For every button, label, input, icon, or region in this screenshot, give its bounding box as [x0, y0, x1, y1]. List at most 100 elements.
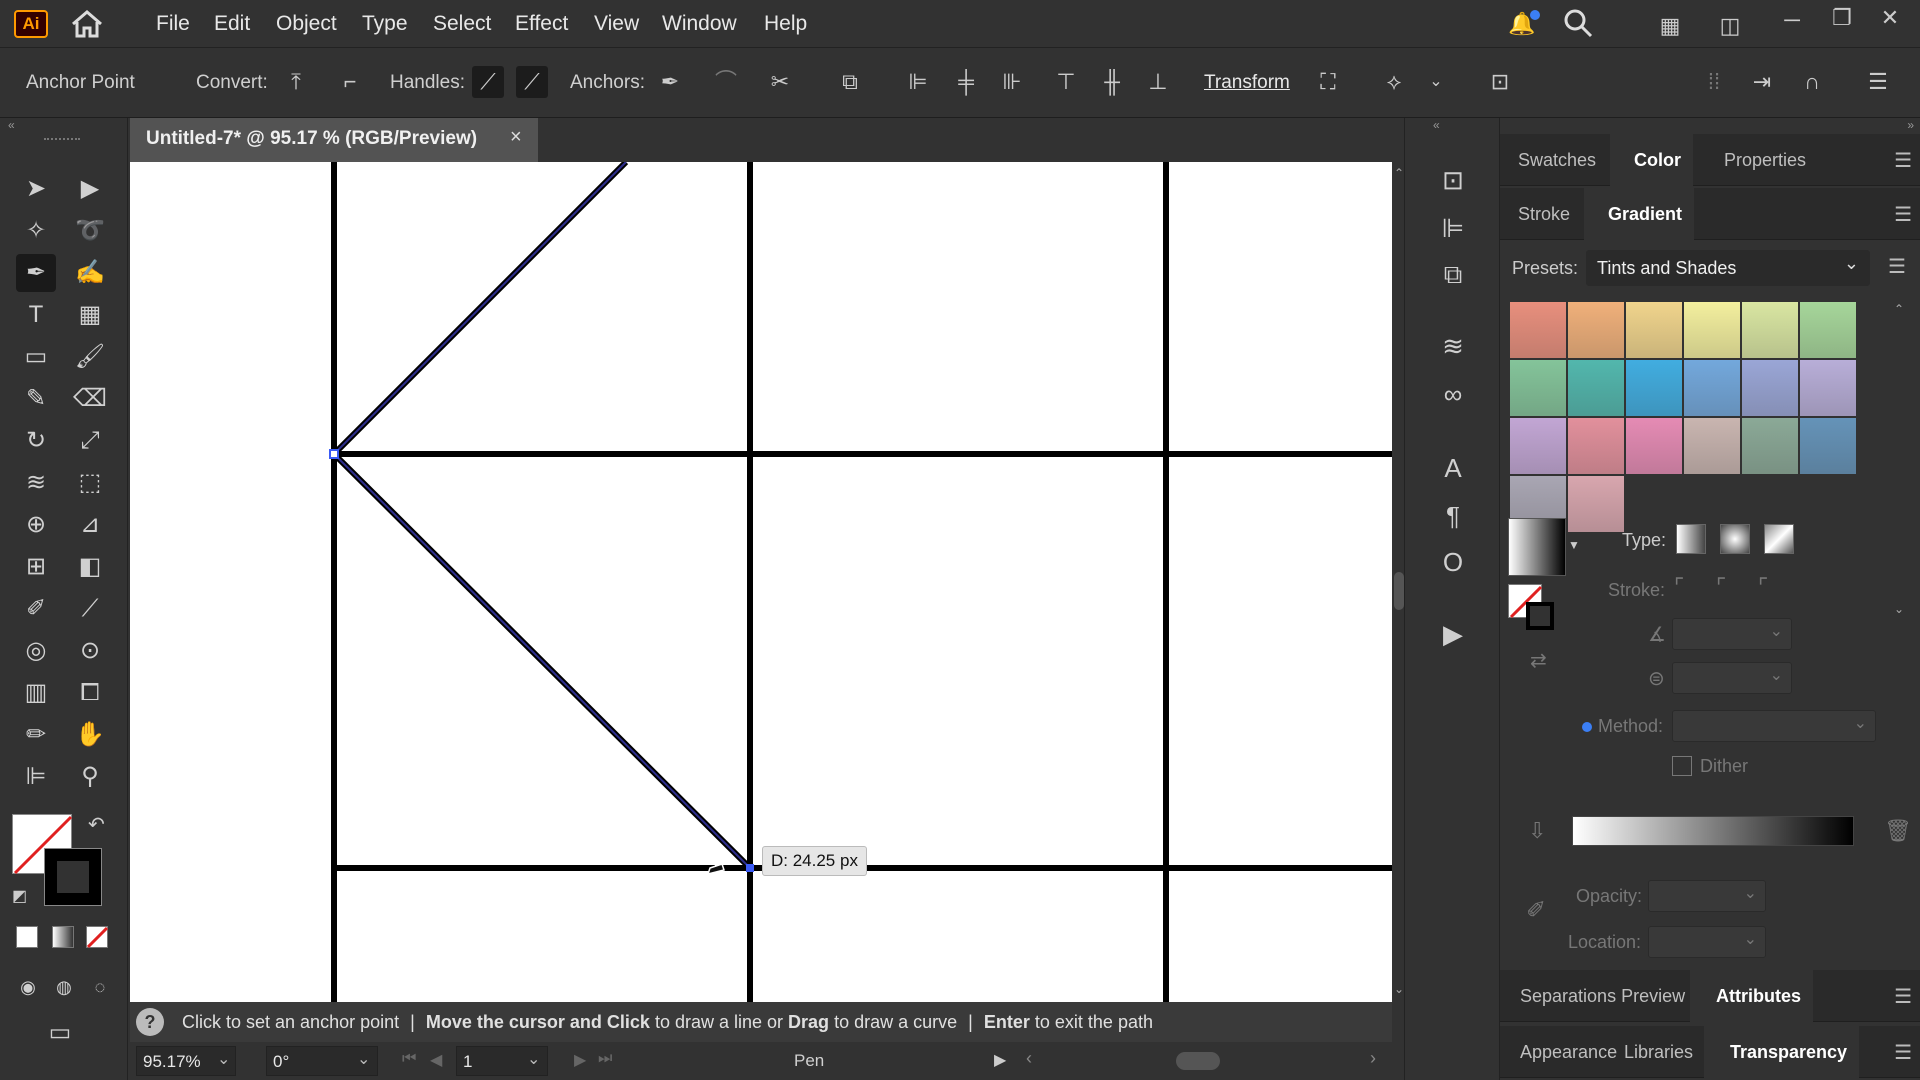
warp-tool-icon[interactable]: ≋	[16, 464, 56, 502]
none-mode-icon[interactable]	[86, 926, 109, 949]
menu-select[interactable]: Select	[433, 12, 491, 36]
stroke-within-icon[interactable]: ⌜	[1674, 574, 1684, 600]
radial-gradient-icon[interactable]	[1720, 524, 1750, 554]
draw-inside-icon[interactable]: ◌	[80, 968, 120, 1006]
tab-separations-preview[interactable]: Separations Preview	[1508, 970, 1697, 1022]
freeform-gradient-icon[interactable]	[1764, 524, 1794, 554]
paintbrush-tool-icon[interactable]: 🖌	[70, 338, 110, 376]
tab-stroke[interactable]: Stroke	[1506, 188, 1582, 240]
remove-anchor-icon[interactable]: ✒	[654, 66, 686, 98]
mesh-tool-icon[interactable]: ⊞	[16, 548, 56, 586]
restore-icon[interactable]: ❐	[1826, 2, 1858, 34]
next-artboard-icon[interactable]: ▶	[574, 1050, 586, 1070]
gradient-mode-icon[interactable]	[52, 926, 74, 948]
symbol-sprayer-tool-icon[interactable]: ⊙	[70, 632, 110, 670]
rotate-tool-icon[interactable]: ↻	[16, 422, 56, 460]
collapse-arrows-icon[interactable]: «	[8, 118, 15, 132]
shape-builder-tool-icon[interactable]: ⊕	[16, 506, 56, 544]
curvature-tool-icon[interactable]: ✍	[70, 254, 110, 292]
gradient-slider[interactable]	[1572, 816, 1854, 846]
panel-menu-icon[interactable]: ☰	[1894, 148, 1912, 173]
draw-normal-icon[interactable]: ◉	[8, 968, 48, 1006]
column-graph-tool-icon[interactable]: ▥	[16, 674, 56, 712]
swatch-scrollbar[interactable]: ⌃ ⌄	[1894, 302, 1906, 622]
hand-tool-icon[interactable]: ✋	[70, 716, 110, 754]
default-fill-stroke-icon[interactable]: ◩	[12, 886, 27, 906]
color-swatch[interactable]	[1742, 302, 1798, 358]
panels-expand-icon[interactable]: »	[1907, 118, 1914, 132]
tab-gradient[interactable]: Gradient	[1584, 188, 1695, 240]
zoom-tool-icon[interactable]: ⚲	[70, 758, 110, 796]
grid-tool-icon[interactable]: ▦	[70, 296, 110, 334]
direct-selection-tool-icon[interactable]: ▶	[70, 170, 110, 208]
eyedropper-tool-icon[interactable]: ✐	[16, 590, 56, 628]
color-swatch[interactable]	[1800, 302, 1856, 358]
actions-play-icon[interactable]: ▶	[1433, 614, 1473, 654]
shaper-tool-icon[interactable]: ✎	[16, 380, 56, 418]
scale-tool-icon[interactable]: ⤢	[70, 422, 110, 460]
stroke-swatch[interactable]	[44, 848, 102, 906]
type-tool-icon[interactable]: T	[16, 296, 56, 334]
dock-collapse-icon[interactable]: «	[1433, 118, 1440, 132]
artboards-panel-icon[interactable]: ⊡	[1433, 160, 1473, 200]
magic-wand-tool-icon[interactable]: ✧	[16, 212, 56, 250]
aspect-ratio-dropdown[interactable]: ⌄	[1672, 662, 1792, 694]
add-to-swatches-icon[interactable]: ⇩	[1528, 818, 1546, 844]
eyedropper-icon[interactable]: ✐	[1526, 896, 1546, 925]
convert-to-corner-icon[interactable]: ⤒	[280, 66, 312, 98]
gradient-dropdown-arrow-icon[interactable]: ▼	[1568, 538, 1580, 552]
measure-tool-icon[interactable]: ⟋	[70, 590, 110, 628]
scroll-thumb[interactable]	[1394, 572, 1404, 610]
color-swatch[interactable]	[1510, 418, 1566, 474]
presets-dropdown[interactable]: Tints and Shades ⌄	[1586, 250, 1870, 286]
align-vcenter-icon[interactable]: ╫	[1096, 66, 1128, 98]
color-swatch[interactable]	[1568, 418, 1624, 474]
swap-fill-stroke-icon[interactable]: ↶	[88, 812, 105, 837]
slice-tool-icon[interactable]: ✏	[16, 716, 56, 754]
distribute-icon[interactable]: ⁞⁞	[1698, 66, 1730, 98]
menu-help[interactable]: Help	[764, 12, 807, 36]
chevron-down-icon[interactable]: ⌄	[1420, 66, 1452, 98]
artboard[interactable]: D: 24.25 px	[130, 162, 1392, 1002]
help-icon[interactable]: ?	[136, 1008, 164, 1036]
show-handles-icon[interactable]: ⟋	[472, 66, 504, 98]
hide-handles-icon[interactable]: ⟋	[516, 66, 548, 98]
stroke-across-icon[interactable]: ⌜	[1758, 574, 1768, 600]
align-right-icon[interactable]: ⊪	[996, 66, 1028, 98]
color-swatch[interactable]	[1800, 360, 1856, 416]
free-transform-tool-icon[interactable]: ⬚	[70, 464, 110, 502]
search-icon[interactable]	[1562, 8, 1594, 40]
stroke-along-icon[interactable]: ⌜	[1716, 574, 1726, 600]
gradient-stroke-icon[interactable]	[1526, 602, 1554, 630]
method-dropdown[interactable]: ⌄	[1672, 710, 1876, 742]
align-bottom-icon[interactable]: ⊥	[1142, 66, 1174, 98]
isolate-icon[interactable]: ⧉	[834, 66, 866, 98]
color-swatch[interactable]	[1568, 302, 1624, 358]
tab-attributes[interactable]: Attributes	[1690, 970, 1813, 1022]
tab-color[interactable]: Color	[1610, 134, 1693, 186]
align-top-icon[interactable]: ⊤	[1050, 66, 1082, 98]
menu-file[interactable]: File	[156, 12, 190, 36]
eraser-tool-icon[interactable]: ⌫	[70, 380, 110, 418]
color-swatch[interactable]	[1742, 360, 1798, 416]
close-tab-icon[interactable]: ×	[510, 126, 522, 149]
zoom-select[interactable]: 95.17% ⌄	[136, 1046, 236, 1076]
color-swatch[interactable]	[1626, 302, 1682, 358]
pathfinder-panel-icon[interactable]: ⧉	[1433, 254, 1473, 294]
color-swatch[interactable]	[1684, 302, 1740, 358]
reverse-gradient-icon[interactable]: ⇄	[1530, 648, 1547, 673]
artboard-tool-icon[interactable]: ⧠	[70, 674, 110, 712]
tab-libraries[interactable]: Libraries	[1612, 1026, 1705, 1078]
scroll-left-icon[interactable]: ‹	[1026, 1048, 1032, 1069]
select-similar-icon[interactable]: ⊡	[1484, 66, 1516, 98]
artboard-select[interactable]: 1 ⌄	[456, 1046, 548, 1076]
tab-properties[interactable]: Properties	[1712, 134, 1818, 186]
menu-type[interactable]: Type	[362, 12, 408, 36]
selection-tool-icon[interactable]: ➤	[16, 170, 56, 208]
list-view-icon[interactable]: ☰	[1888, 254, 1906, 279]
panel-menu-icon[interactable]: ☰	[1894, 202, 1912, 227]
color-swatch[interactable]	[1800, 418, 1856, 474]
opacity-dropdown[interactable]: ⌄	[1648, 880, 1766, 912]
character-panel-icon[interactable]: A	[1433, 448, 1473, 488]
align-hcenter-icon[interactable]: ╪	[950, 66, 982, 98]
